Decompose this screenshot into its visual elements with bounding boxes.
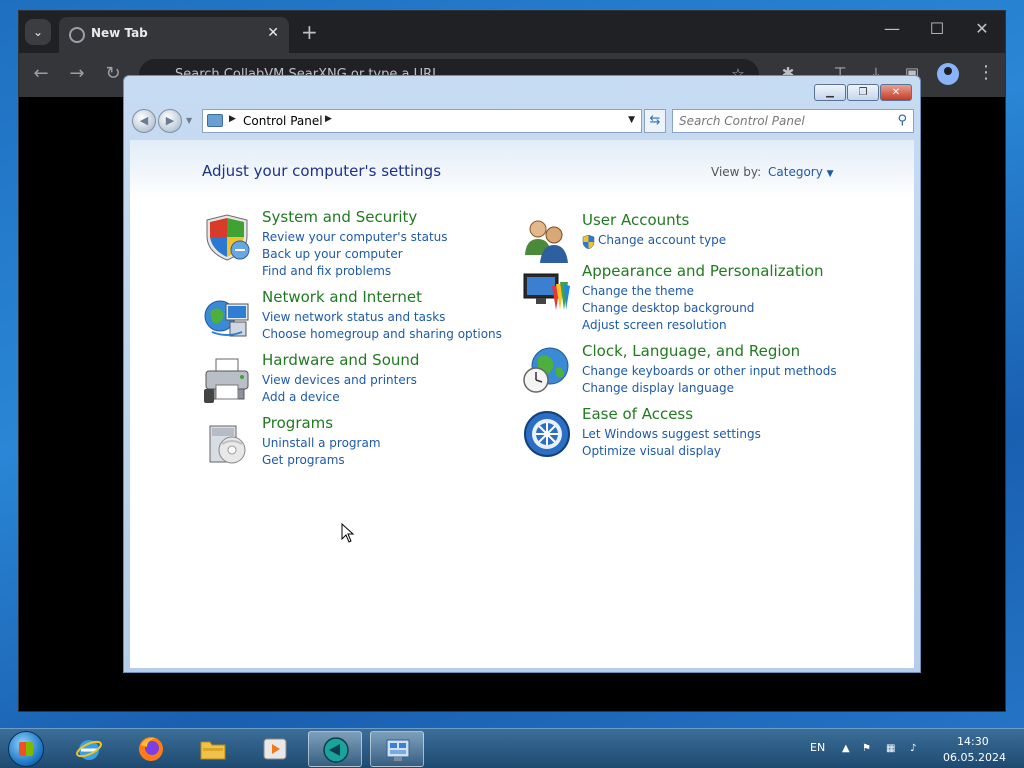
- back-arrow-icon[interactable]: ←: [29, 63, 53, 84]
- link-devices-printers[interactable]: View devices and printers: [262, 373, 417, 387]
- link-review-status[interactable]: Review your computer's status: [262, 230, 448, 244]
- profile-avatar-icon[interactable]: [937, 63, 959, 85]
- taskbar-internet-explorer[interactable]: [62, 731, 116, 767]
- control-panel-window: ▁ ❐ ✕ ◀ ▶ ▼ ▶ Control Panel ▶ ▼ ⇆ ⚲ Adju…: [123, 75, 921, 673]
- browser-close-button[interactable]: ✕: [967, 19, 997, 38]
- folder-icon: [200, 741, 226, 760]
- category-title[interactable]: User Accounts: [582, 211, 689, 229]
- browser-minimize-button[interactable]: —: [877, 19, 907, 38]
- link-suggest-settings[interactable]: Let Windows suggest settings: [582, 427, 761, 441]
- menu-kebab-icon[interactable]: ⋮: [977, 62, 995, 83]
- chrome-app-icon: [323, 737, 349, 763]
- link-back-up[interactable]: Back up your computer: [262, 247, 403, 261]
- breadcrumb-separator-icon[interactable]: ▶: [229, 114, 236, 124]
- shield-icon: [206, 214, 250, 261]
- volume-muted-icon[interactable]: ♪: [910, 743, 923, 755]
- firefox-icon: [139, 737, 163, 761]
- search-input[interactable]: [679, 113, 889, 129]
- refresh-icon[interactable]: ⇆: [644, 109, 666, 133]
- back-button[interactable]: ◀: [132, 109, 156, 133]
- tab-title: New Tab: [91, 26, 148, 40]
- taskbar-control-panel-active[interactable]: [370, 731, 424, 767]
- category-title[interactable]: Ease of Access: [582, 405, 693, 423]
- link-display-language[interactable]: Change display language: [582, 381, 734, 395]
- clock-time[interactable]: 14:30: [957, 735, 989, 748]
- tab-close-icon[interactable]: ✕: [267, 25, 279, 41]
- globe-icon: [69, 27, 85, 43]
- control-panel-icon: [207, 114, 223, 127]
- category-title[interactable]: Hardware and Sound: [262, 351, 419, 369]
- monitor-paint-icon: [523, 273, 570, 310]
- breadcrumb-chevron-icon[interactable]: ▶: [325, 114, 332, 124]
- browser-tab[interactable]: New Tab ✕: [59, 17, 289, 53]
- media-player-icon: [263, 738, 287, 760]
- category-title[interactable]: Programs: [262, 414, 333, 432]
- reload-icon[interactable]: ↻: [101, 63, 125, 84]
- network-icon[interactable]: ▦: [886, 743, 899, 755]
- globe-network-icon: [204, 300, 249, 337]
- printer-icon: [204, 358, 249, 403]
- link-desktop-background[interactable]: Change desktop background: [582, 301, 754, 315]
- internet-explorer-icon: [76, 740, 102, 760]
- view-by-value: Category: [768, 165, 823, 179]
- view-by-label: View by:: [711, 165, 762, 179]
- new-tab-button[interactable]: +: [301, 19, 318, 45]
- users-icon: [525, 220, 568, 263]
- search-box[interactable]: ⚲: [672, 109, 914, 133]
- dropdown-arrow-icon: ▼: [826, 169, 834, 179]
- browser-titlebar: ⌄ New Tab ✕ + — ☐ ✕: [19, 11, 1005, 53]
- taskbar: EN ▲ ⚑ ▦ ♪ 14:30 06.05.2024: [0, 728, 1024, 768]
- control-panel-icon: [386, 739, 410, 761]
- link-keyboards[interactable]: Change keyboards or other input methods: [582, 364, 837, 378]
- address-bar[interactable]: ▶ Control Panel ▶ ▼: [202, 109, 642, 133]
- clock-globe-icon: [523, 347, 569, 393]
- link-change-theme[interactable]: Change the theme: [582, 284, 694, 298]
- maximize-button[interactable]: ❐: [847, 84, 879, 101]
- browser-maximize-button[interactable]: ☐: [922, 19, 952, 38]
- caption-buttons: ▁ ❐ ✕: [813, 84, 912, 102]
- language-indicator[interactable]: EN: [810, 741, 825, 754]
- control-panel-content: Adjust your computer's settings View by:…: [130, 140, 914, 668]
- forward-arrow-icon[interactable]: →: [65, 63, 89, 84]
- link-get-programs[interactable]: Get programs: [262, 453, 345, 467]
- recent-pages-chevron-icon[interactable]: ▼: [186, 116, 192, 125]
- taskbar-explorer[interactable]: [186, 731, 240, 767]
- taskbar-firefox[interactable]: [124, 731, 178, 767]
- link-optimize-display[interactable]: Optimize visual display: [582, 444, 721, 458]
- start-button[interactable]: [8, 731, 44, 767]
- link-find-fix[interactable]: Find and fix problems: [262, 264, 391, 278]
- mouse-cursor-icon: [341, 523, 355, 543]
- category-title[interactable]: Network and Internet: [262, 288, 422, 306]
- forward-button[interactable]: ▶: [158, 109, 182, 133]
- minimize-button[interactable]: ▁: [814, 84, 846, 101]
- link-network-status[interactable]: View network status and tasks: [262, 310, 445, 324]
- link-change-account-type[interactable]: Change account type: [598, 233, 726, 247]
- link-uninstall[interactable]: Uninstall a program: [262, 436, 381, 450]
- breadcrumb[interactable]: Control Panel: [243, 114, 323, 128]
- category-title[interactable]: System and Security: [262, 208, 417, 226]
- view-by-dropdown[interactable]: Category ▼: [768, 165, 834, 179]
- page-title: Adjust your computer's settings: [202, 162, 442, 180]
- link-homegroup[interactable]: Choose homegroup and sharing options: [262, 327, 502, 341]
- ease-of-access-icon: [524, 411, 570, 457]
- address-dropdown-icon[interactable]: ▼: [628, 115, 635, 125]
- search-icon[interactable]: ⚲: [897, 113, 907, 128]
- clock-date[interactable]: 06.05.2024: [943, 751, 1006, 764]
- close-button[interactable]: ✕: [880, 84, 912, 101]
- taskbar-chrome-active[interactable]: [308, 731, 362, 767]
- taskbar-media-player[interactable]: [248, 731, 302, 767]
- action-center-flag-icon[interactable]: ⚑: [862, 743, 875, 755]
- show-hidden-icons-icon[interactable]: ▲: [842, 743, 855, 755]
- tab-search-button[interactable]: ⌄: [25, 19, 51, 45]
- navigation-bar: ◀ ▶ ▼ ▶ Control Panel ▶ ▼ ⇆ ⚲: [130, 108, 914, 134]
- programs-icon: [209, 425, 246, 464]
- category-title[interactable]: Clock, Language, and Region: [582, 342, 800, 360]
- uac-shield-icon: [582, 235, 595, 249]
- category-title[interactable]: Appearance and Personalization: [582, 262, 824, 280]
- link-screen-resolution[interactable]: Adjust screen resolution: [582, 318, 727, 332]
- link-add-device[interactable]: Add a device: [262, 390, 340, 404]
